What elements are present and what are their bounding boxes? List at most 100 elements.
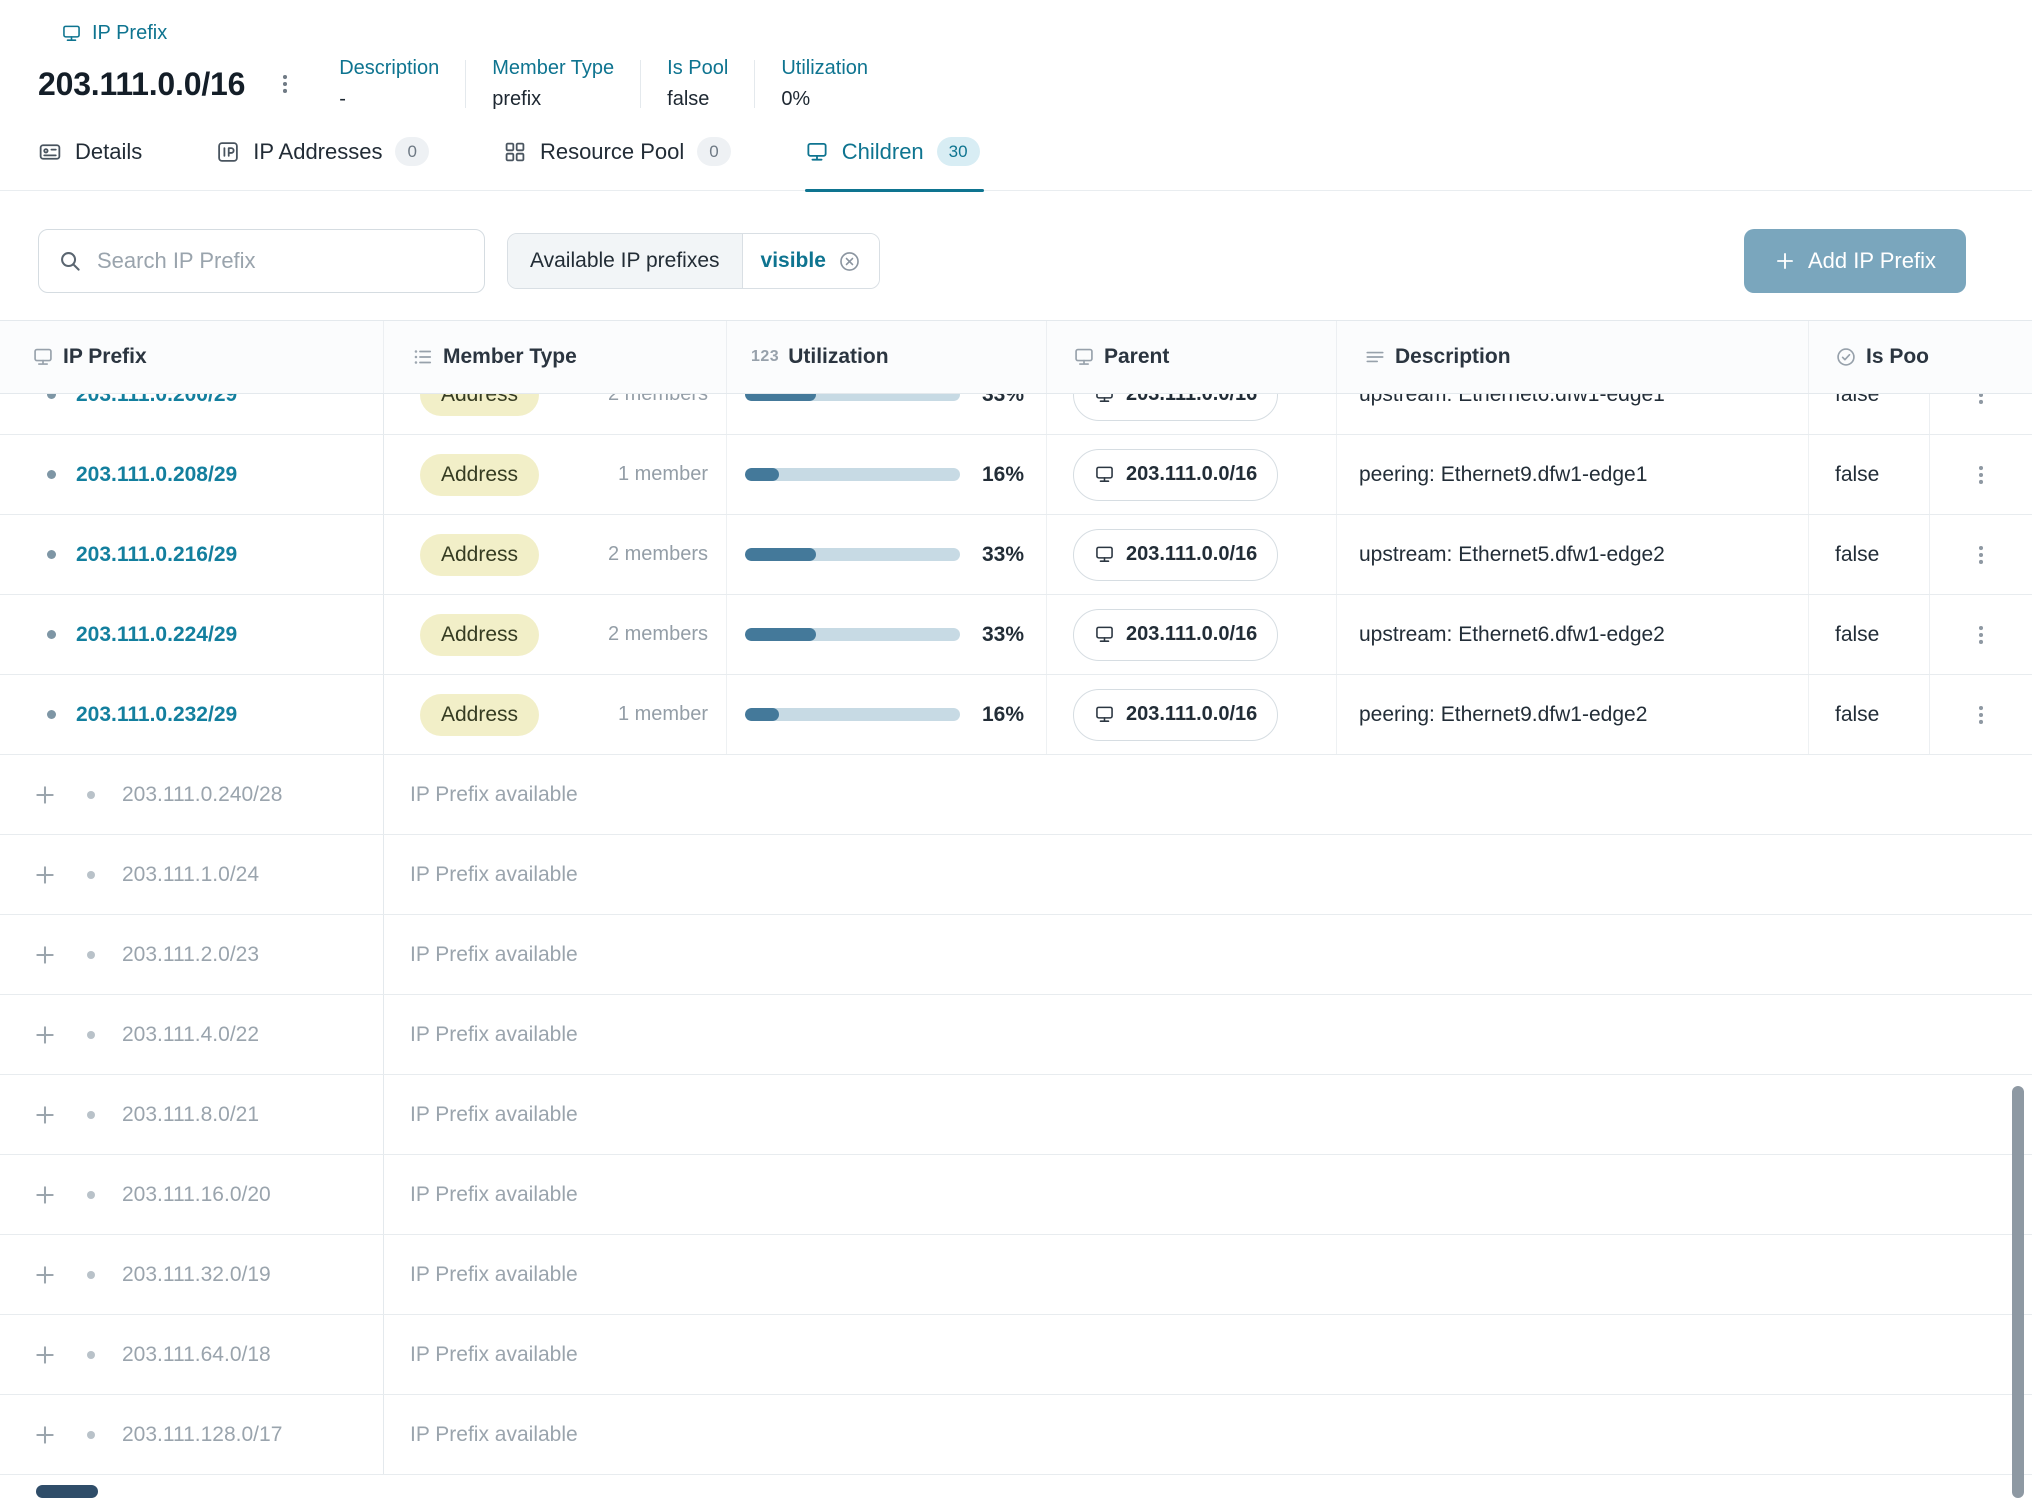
member-count: 2 members [608,623,708,646]
page-header: IP Prefix 203.111.0.0/16 Description - M… [0,0,2032,111]
title-menu-button[interactable] [273,72,297,96]
available-row[interactable]: 203.111.128.0/17 IP Prefix available [0,1395,2032,1475]
divider [754,60,755,108]
filter-value: visible [743,234,879,288]
column-header-actions [1929,321,2032,393]
available-row[interactable]: 203.111.4.0/22 IP Prefix available [0,995,2032,1075]
plus-icon [33,1103,57,1127]
column-header-parent[interactable]: Parent [1047,321,1337,393]
expand-button[interactable] [33,1423,57,1447]
row-menu-button[interactable] [1961,535,2001,575]
expand-button[interactable] [33,1343,57,1367]
table-row[interactable]: 203.111.0.224/29 Address 2 members 33% 2… [0,595,2032,675]
utilization-bar-fill [745,628,816,641]
meta-value: - [339,88,439,111]
prefix-dot [87,1191,95,1199]
expand-button[interactable] [33,1263,57,1287]
x-circle-icon[interactable] [838,250,861,273]
add-button-label: Add IP Prefix [1808,248,1936,274]
filter-chip-available-prefixes[interactable]: Available IP prefixes visible [507,233,880,289]
ip-address-icon [216,140,240,164]
search-icon [58,249,82,273]
prefix-link[interactable]: 203.111.0.208/29 [76,463,237,487]
parent-link[interactable]: 203.111.0.0/16 [1073,529,1278,581]
parent-link[interactable]: 203.111.0.0/16 [1073,689,1278,741]
search-input[interactable] [38,229,485,293]
member-type-badge: Address [420,614,539,656]
table-row[interactable]: 203.111.0.232/29 Address 1 member 16% 20… [0,675,2032,755]
tab-bar: Details IP Addresses 0 Resource Pool 0 C… [0,133,2032,191]
search-box [38,229,485,293]
vertical-scrollbar-thumb[interactable] [2012,1086,2024,1498]
prefix-dot [87,951,95,959]
column-header-description[interactable]: Description [1337,321,1809,393]
list-icon [412,346,434,368]
column-header-is-pool[interactable]: Is Pool [1809,321,1929,393]
available-status: IP Prefix available [384,1075,2032,1154]
tab-resource-pool[interactable]: Resource Pool 0 [503,133,735,190]
add-ip-prefix-button[interactable]: Add IP Prefix [1744,229,1966,293]
available-prefix: 203.111.2.0/23 [122,943,259,967]
parent-label: 203.111.0.0/16 [1126,543,1257,566]
available-row[interactable]: 203.111.0.240/28 IP Prefix available [0,755,2032,835]
expand-button[interactable] [33,1183,57,1207]
column-label: Description [1395,345,1511,369]
available-row[interactable]: 203.111.1.0/24 IP Prefix available [0,835,2032,915]
expand-button[interactable] [33,1103,57,1127]
prefix-dot [47,630,56,639]
available-prefix: 203.111.4.0/22 [122,1023,259,1047]
parent-link[interactable]: 203.111.0.0/16 [1073,449,1278,501]
available-status: IP Prefix available [384,755,2032,834]
meta-member-type: Member Type prefix [492,57,640,111]
table-row[interactable]: 203.111.0.216/29 Address 2 members 33% 2… [0,515,2032,595]
column-label: Is Pool [1866,345,1929,369]
123-icon: 123 [751,348,779,366]
utilization-bar [745,628,960,641]
parent-link[interactable]: 203.111.0.0/16 [1073,609,1278,661]
meta-is-pool: Is Pool false [667,57,754,111]
prefix-link[interactable]: 203.111.0.224/29 [76,623,237,647]
tab-ip-addresses[interactable]: IP Addresses 0 [216,133,433,190]
column-header-member-type[interactable]: Member Type [384,321,727,393]
expand-button[interactable] [33,783,57,807]
divider [640,60,641,108]
column-label: Member Type [443,345,577,369]
available-row[interactable]: 203.111.16.0/20 IP Prefix available [0,1155,2032,1235]
description-cell: upstream: Ethernet6.dfw1-edge2 [1337,595,1809,674]
prefix-dot [87,1031,95,1039]
prefix-icon [61,23,82,44]
available-row[interactable]: 203.111.64.0/18 IP Prefix available [0,1315,2032,1395]
available-prefix: 203.111.32.0/19 [122,1263,271,1287]
available-row[interactable]: 203.111.32.0/19 IP Prefix available [0,1235,2032,1315]
expand-button[interactable] [33,863,57,887]
column-header-ip-prefix[interactable]: IP Prefix [0,321,384,393]
table-row[interactable]: 203.111.0.208/29 Address 1 member 16% 20… [0,435,2032,515]
expand-button[interactable] [33,943,57,967]
kebab-icon [1969,703,1993,727]
row-menu-button[interactable] [1961,455,2001,495]
utilization-bar [745,548,960,561]
divider [465,60,466,108]
available-row[interactable]: 203.111.8.0/21 IP Prefix available [0,1075,2032,1155]
meta-value: 0% [781,88,868,111]
title-row: 203.111.0.0/16 Description - Member Type… [38,57,2032,111]
tab-children[interactable]: Children 30 [805,133,984,190]
available-prefix: 203.111.64.0/18 [122,1343,271,1367]
is-pool-cell: false [1809,595,1929,674]
available-status: IP Prefix available [384,835,2032,914]
row-menu-button[interactable] [1961,695,2001,735]
prefix-icon [1094,544,1115,565]
plus-icon [33,783,57,807]
prefix-link[interactable]: 203.111.0.216/29 [76,543,237,567]
row-menu-button[interactable] [1961,615,2001,655]
tab-details[interactable]: Details [38,133,146,190]
prefix-link[interactable]: 203.111.0.232/29 [76,703,237,727]
available-row[interactable]: 203.111.2.0/23 IP Prefix available [0,915,2032,995]
breadcrumb[interactable]: IP Prefix [61,22,2032,45]
column-header-utilization[interactable]: 123 Utilization [727,321,1047,393]
horizontal-scrollbar-thumb[interactable] [36,1485,98,1498]
description-cell: peering: Ethernet9.dfw1-edge2 [1337,675,1809,754]
expand-button[interactable] [33,1023,57,1047]
member-count: 2 members [608,543,708,566]
prefix-dot [87,1111,95,1119]
